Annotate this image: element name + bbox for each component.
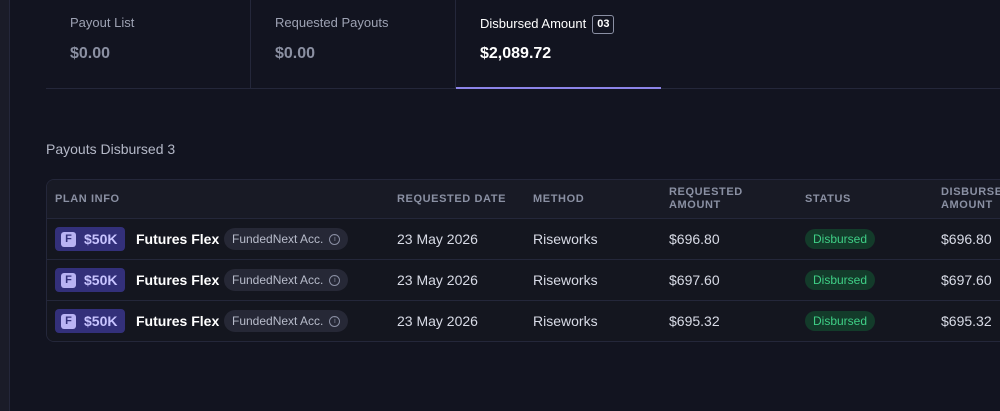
header-method[interactable]: METHOD	[533, 180, 584, 218]
header-line: DISBURSED	[941, 186, 1000, 198]
tab-label: Disbursed Amount	[480, 15, 587, 31]
payout-method: Riseworks	[533, 231, 598, 247]
header-line: REQUESTED	[669, 186, 743, 198]
info-icon[interactable]: i	[329, 274, 341, 286]
payouts-page: Payout List $0.00 Requested Payouts $0.0…	[0, 0, 1000, 411]
status-cell: Disbursed	[805, 219, 876, 259]
header-line: AMOUNT	[941, 199, 993, 211]
disbursed-amount: $695.32	[941, 313, 992, 329]
payout-method: Riseworks	[533, 313, 598, 329]
header-disbursed-amount[interactable]: DISBURSED AMOUNT	[941, 180, 1000, 218]
status-cell: Disbursed	[805, 301, 876, 341]
header-status[interactable]: STATUS	[805, 180, 851, 218]
tab-label: Payout List	[70, 15, 135, 30]
plan-size: $50K	[84, 272, 118, 288]
status-badge: Disbursed	[805, 311, 876, 331]
header-line: AMOUNT	[669, 199, 721, 211]
requested-amount: $695.32	[669, 313, 720, 329]
account-chip[interactable]: FundedNext Acc. i	[224, 310, 349, 332]
tab-value: $0.00	[275, 45, 316, 62]
plan-size: $50K	[84, 231, 118, 247]
account-label: FundedNext Acc.	[232, 232, 324, 246]
status-badge: Disbursed	[805, 270, 876, 290]
tab-label: Requested Payouts	[275, 15, 389, 30]
futures-plan-icon: F	[61, 313, 76, 329]
table-header: PLAN INFO REQUESTED DATE METHOD REQUESTE…	[47, 180, 1000, 219]
account-label: FundedNext Acc.	[232, 273, 324, 287]
tab-payout-list[interactable]: Payout List $0.00	[46, 0, 251, 88]
header-requested-date[interactable]: REQUESTED DATE	[397, 180, 506, 218]
table-row[interactable]: F $50K Futures Flex FundedNext Acc. i 23…	[47, 219, 1000, 260]
header-requested-amount[interactable]: REQUESTED AMOUNT	[669, 180, 743, 218]
futures-plan-icon: F	[61, 272, 76, 288]
payout-summary-tabs: Payout List $0.00 Requested Payouts $0.0…	[46, 0, 1000, 89]
plan-name: Futures Flex	[136, 313, 220, 329]
table-row[interactable]: F $50K Futures Flex FundedNext Acc. i 23…	[47, 301, 1000, 341]
account-chip[interactable]: FundedNext Acc. i	[224, 228, 349, 250]
sidebar-edge	[0, 0, 10, 411]
tab-value: $0.00	[70, 45, 111, 62]
payouts-table: PLAN INFO REQUESTED DATE METHOD REQUESTE…	[46, 179, 1000, 342]
account-chip[interactable]: FundedNext Acc. i	[224, 269, 349, 291]
tab-label-wrap: Disbursed Amount 03	[480, 15, 615, 34]
requested-date: 23 May 2026	[397, 313, 478, 329]
header-plan-info[interactable]: PLAN INFO	[55, 180, 120, 218]
tab-value: $2,089.72	[480, 45, 552, 62]
status-cell: Disbursed	[805, 260, 876, 300]
status-badge: Disbursed	[805, 229, 876, 249]
plan-size-chip: F $50K	[55, 309, 126, 333]
requested-date: 23 May 2026	[397, 231, 478, 247]
tab-requested-payouts[interactable]: Requested Payouts $0.00	[251, 0, 456, 88]
count-badge: 03	[592, 15, 615, 34]
table-row[interactable]: F $50K Futures Flex FundedNext Acc. i 23…	[47, 260, 1000, 301]
requested-amount: $697.60	[669, 272, 720, 288]
requested-amount: $696.80	[669, 231, 720, 247]
section-title: Payouts Disbursed 3	[46, 141, 176, 157]
account-label: FundedNext Acc.	[232, 314, 324, 328]
plan-name: Futures Flex	[136, 231, 220, 247]
info-icon[interactable]: i	[329, 315, 341, 327]
plan-size: $50K	[84, 313, 118, 329]
info-icon[interactable]: i	[329, 233, 341, 245]
futures-plan-icon: F	[61, 231, 76, 247]
requested-date: 23 May 2026	[397, 272, 478, 288]
plan-name: Futures Flex	[136, 272, 220, 288]
disbursed-amount: $696.80	[941, 231, 992, 247]
disbursed-amount: $697.60	[941, 272, 992, 288]
payout-method: Riseworks	[533, 272, 598, 288]
tab-disbursed-amount[interactable]: Disbursed Amount 03 $2,089.72	[456, 0, 661, 89]
plan-size-chip: F $50K	[55, 268, 126, 292]
plan-size-chip: F $50K	[55, 227, 126, 251]
